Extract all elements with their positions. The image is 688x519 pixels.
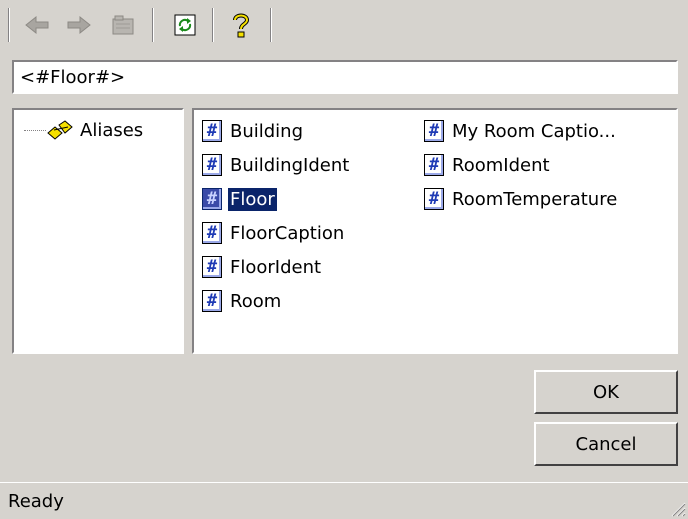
folder-button[interactable] — [106, 8, 140, 42]
hash-icon: # — [424, 154, 444, 176]
alias-tree[interactable]: Aliases — [12, 108, 184, 354]
hash-icon: # — [202, 222, 222, 244]
folder-icon — [112, 15, 134, 35]
hash-icon: # — [202, 290, 222, 312]
list-item[interactable]: # Building — [202, 116, 305, 146]
list-item-label: RoomTemperature — [452, 188, 618, 210]
aliases-icon — [47, 120, 73, 140]
tree-connector — [24, 129, 46, 131]
status-bar: Ready — [0, 482, 688, 519]
hash-icon: # — [202, 120, 222, 142]
toolbar — [0, 0, 688, 50]
toolbar-separator — [152, 8, 154, 42]
ok-button[interactable]: OK — [534, 370, 678, 414]
back-button[interactable] — [20, 8, 54, 42]
list-item[interactable]: # FloorIdent — [202, 252, 323, 282]
list-item[interactable]: # BuildingIdent — [202, 150, 351, 180]
list-item[interactable]: # My Room Captio... — [424, 116, 618, 146]
list-item-label: FloorCaption — [230, 222, 345, 244]
alias-list[interactable]: # Building # BuildingIdent # Floor # FloorCapti… — [192, 108, 678, 354]
toolbar-grip — [8, 8, 10, 42]
refresh-icon — [174, 14, 196, 36]
hash-icon: # — [202, 154, 222, 176]
list-item-label: My Room Captio... — [452, 120, 616, 142]
status-text: Ready — [8, 491, 64, 512]
back-arrow-icon — [25, 15, 49, 35]
list-item-label: Room — [230, 290, 282, 312]
list-item-label: Building — [230, 120, 304, 142]
resize-grip-icon[interactable] — [668, 499, 686, 517]
forward-button[interactable] — [62, 8, 96, 42]
toolbar-separator — [212, 8, 214, 42]
list-item-label: Floor — [228, 187, 277, 211]
cancel-button[interactable]: Cancel — [534, 422, 678, 466]
list-item-label: BuildingIdent — [230, 154, 350, 176]
list-item[interactable]: # Floor — [202, 184, 277, 214]
list-item[interactable]: # Room — [202, 286, 283, 316]
tree-root-label: Aliases — [80, 119, 144, 141]
help-button[interactable] — [224, 8, 258, 42]
expression-input[interactable] — [12, 60, 678, 94]
list-item[interactable]: # RoomIdent — [424, 150, 552, 180]
help-icon — [233, 13, 250, 38]
hash-icon: # — [202, 188, 222, 210]
list-item[interactable]: # FloorCaption — [202, 218, 346, 248]
list-item[interactable]: # RoomTemperature — [424, 184, 619, 214]
list-item-label: RoomIdent — [452, 154, 550, 176]
list-item-label: FloorIdent — [230, 256, 322, 278]
toolbar-separator — [270, 8, 272, 42]
forward-arrow-icon — [67, 15, 91, 35]
hash-icon: # — [202, 256, 222, 278]
hash-icon: # — [424, 188, 444, 210]
refresh-button[interactable] — [168, 8, 202, 42]
hash-icon: # — [424, 120, 444, 142]
tree-root-node[interactable]: Aliases — [24, 116, 143, 144]
